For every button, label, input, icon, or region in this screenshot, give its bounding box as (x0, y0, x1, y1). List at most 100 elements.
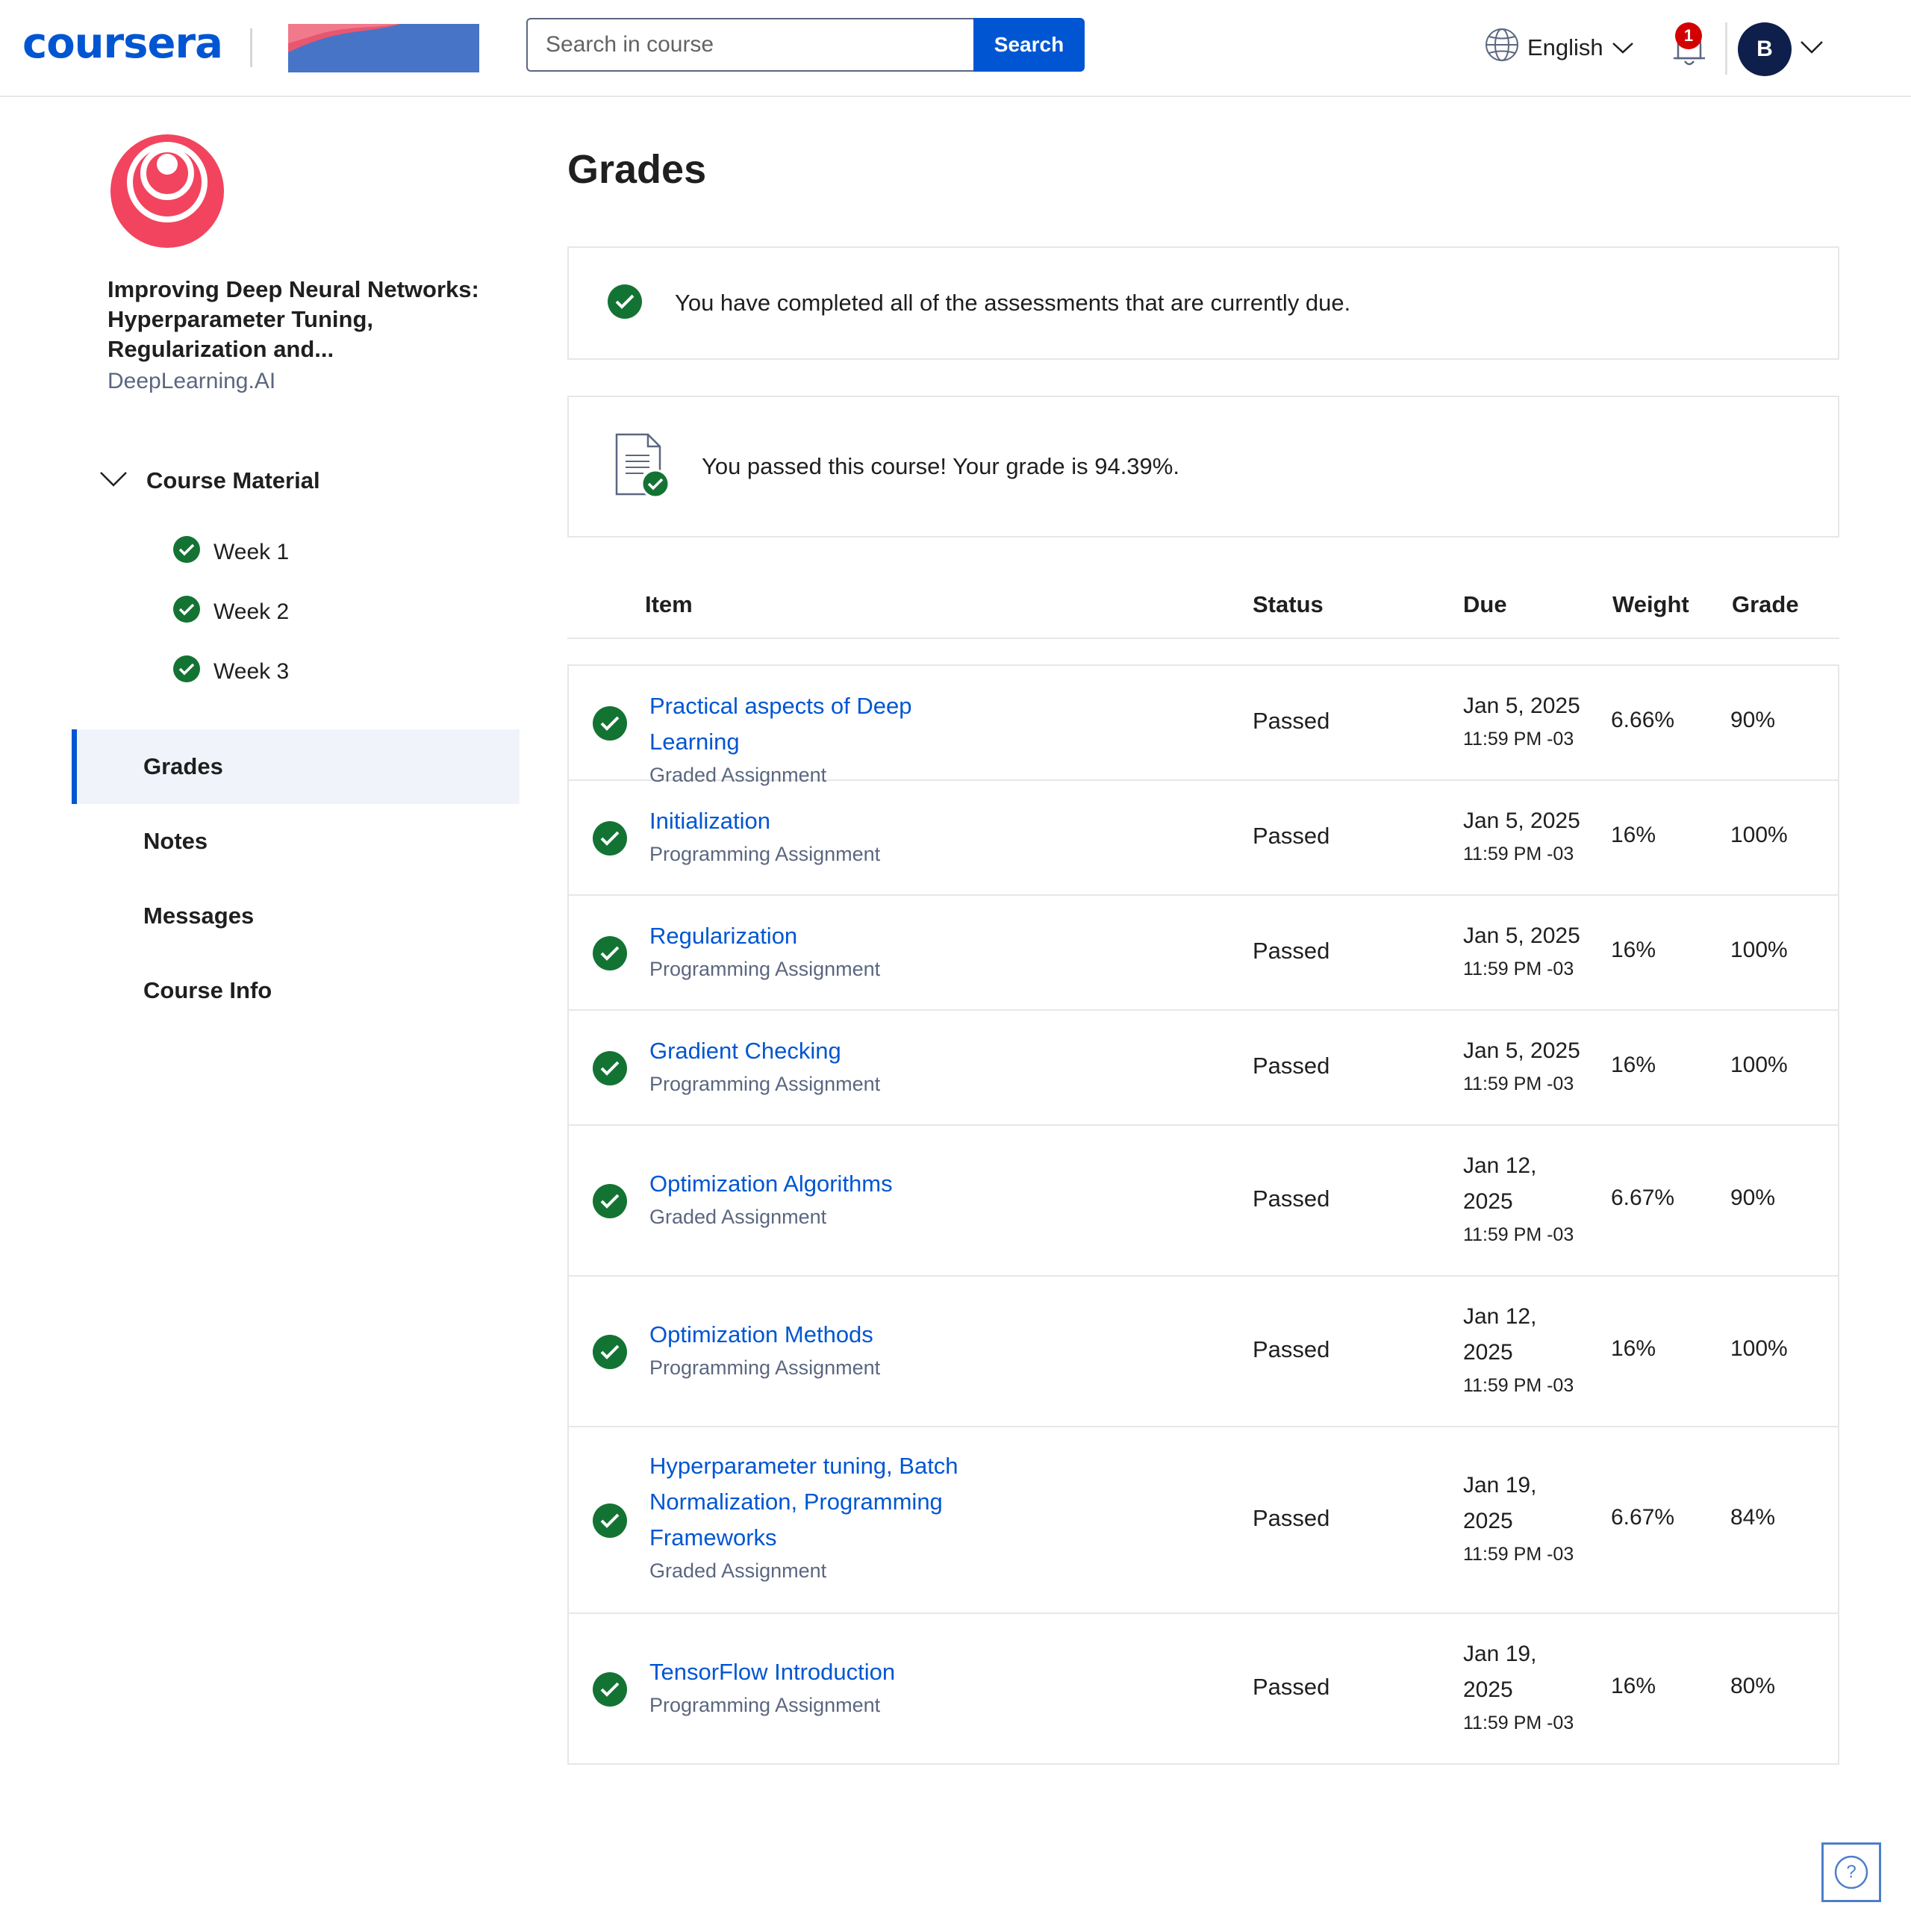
status-text: Passed (1253, 938, 1330, 964)
sidebar-item-course-info[interactable]: Course Info (72, 953, 520, 1028)
weight-value: 16% (1611, 1336, 1656, 1361)
due-time: 11:59 PM -03 (1463, 1713, 1574, 1733)
page-title: Grades (567, 147, 707, 192)
assignment-type: Graded Assignment (649, 1206, 827, 1228)
grade-value: 84% (1730, 1505, 1776, 1530)
check-circle-icon (593, 1184, 627, 1218)
avatar[interactable]: B (1738, 22, 1792, 76)
completion-card: You have completed all of the assessment… (567, 246, 1839, 360)
due-date: Jan 12, 2025 (1463, 1153, 1537, 1214)
grade-value: 100% (1730, 938, 1788, 962)
table-row: Optimization Algorithms Graded Assignmen… (569, 1126, 1838, 1277)
status-text: Passed (1253, 823, 1330, 849)
partner-banner[interactable] (288, 24, 479, 72)
assignment-link[interactable]: Initialization (649, 803, 978, 839)
weight-value: 16% (1611, 938, 1656, 962)
status-text: Passed (1253, 1674, 1330, 1700)
language-selector[interactable]: English (1484, 28, 1635, 67)
column-header-item: Item (645, 591, 693, 617)
status-text: Passed (1253, 1336, 1330, 1362)
due-date: Jan 5, 2025 (1463, 808, 1580, 833)
grades-table-header: Item Status Due Weight Grade (567, 582, 1839, 639)
check-circle-icon (593, 1335, 627, 1369)
assignment-type: Programming Assignment (649, 1073, 881, 1095)
course-title: Improving Deep Neural Networks: Hyperpar… (107, 276, 479, 362)
course-material-label: Course Material (146, 467, 320, 493)
completion-message: You have completed all of the assessment… (675, 290, 1351, 316)
assignment-link[interactable]: Optimization Methods (649, 1317, 978, 1353)
weight-value: 16% (1611, 1674, 1656, 1698)
due-time: 11:59 PM -03 (1463, 729, 1574, 750)
help-glyph: ? (1846, 1862, 1857, 1882)
check-circle-icon (593, 1503, 627, 1538)
assignment-link[interactable]: Optimization Algorithms (649, 1166, 978, 1202)
due-time: 11:59 PM -03 (1463, 959, 1574, 979)
due-date: Jan 5, 2025 (1463, 1038, 1580, 1063)
weight-value: 16% (1611, 823, 1656, 847)
sidebar-item-week-2[interactable]: Week 2 (173, 596, 290, 627)
table-row: TensorFlow Introduction Programming Assi… (569, 1614, 1838, 1765)
header-divider (1725, 22, 1727, 75)
course-passed-message: You passed this course! Your grade is 94… (702, 453, 1179, 479)
globe-icon (1484, 27, 1520, 69)
due-date: Jan 5, 2025 (1463, 923, 1580, 948)
top-header: coursera Search English (0, 0, 1911, 97)
table-row: Gradient Checking Programming Assignment… (569, 1011, 1838, 1126)
help-button[interactable]: ? (1821, 1842, 1881, 1902)
chevron-down-icon[interactable] (1799, 39, 1824, 59)
check-circle-icon (593, 936, 627, 970)
assignment-link[interactable]: Regularization (649, 918, 978, 954)
week-label: Week 2 (213, 599, 290, 624)
due-time: 11:59 PM -03 (1463, 1224, 1574, 1245)
search-input[interactable] (526, 18, 974, 72)
table-row: Practical aspects of Deep Learning Grade… (569, 666, 1838, 786)
course-passed-card: You passed this course! Your grade is 94… (567, 396, 1839, 537)
grades-table: Practical aspects of Deep Learning Grade… (567, 664, 1839, 1765)
due-date: Jan 5, 2025 (1463, 694, 1580, 718)
chevron-down-icon (99, 467, 128, 494)
table-row: Optimization Methods Programming Assignm… (569, 1277, 1838, 1427)
check-circle-icon (608, 284, 642, 322)
column-header-due: Due (1463, 591, 1507, 617)
due-time: 11:59 PM -03 (1463, 1375, 1574, 1396)
due-date: Jan 19, 2025 (1463, 1473, 1537, 1533)
assignment-type: Graded Assignment (649, 1559, 827, 1582)
assignment-type: Programming Assignment (649, 1356, 881, 1379)
search-button[interactable]: Search (973, 18, 1085, 72)
assignment-link[interactable]: Practical aspects of Deep Learning (649, 688, 978, 760)
sidebar-item-grades[interactable]: Grades (72, 729, 520, 804)
due-date: Jan 12, 2025 (1463, 1304, 1537, 1365)
weight-value: 6.67% (1611, 1185, 1675, 1210)
check-circle-icon (593, 821, 627, 856)
assignment-link[interactable]: TensorFlow Introduction (649, 1654, 978, 1690)
header-divider (250, 28, 252, 67)
check-circle-icon (593, 706, 627, 741)
status-text: Passed (1253, 708, 1330, 734)
grade-value: 100% (1730, 1053, 1788, 1077)
coursera-logo[interactable]: coursera (22, 19, 223, 68)
weight-value: 6.66% (1611, 708, 1675, 732)
sidebar-item-messages[interactable]: Messages (72, 879, 520, 953)
assignment-link[interactable]: Gradient Checking (649, 1033, 978, 1069)
due-time: 11:59 PM -03 (1463, 1073, 1574, 1094)
course-material-toggle[interactable]: Course Material (99, 464, 320, 497)
due-time: 11:59 PM -03 (1463, 844, 1574, 864)
grade-value: 100% (1730, 823, 1788, 847)
chevron-down-icon (1611, 34, 1635, 61)
weight-value: 6.67% (1611, 1505, 1675, 1530)
sidebar-item-week-3[interactable]: Week 3 (173, 655, 290, 688)
grade-value: 80% (1730, 1674, 1776, 1698)
week-label: Week 1 (213, 540, 290, 564)
assignment-link[interactable]: Hyperparameter tuning, Batch Normalizati… (649, 1448, 963, 1556)
assignment-type: Programming Assignment (649, 843, 881, 865)
check-circle-icon (173, 655, 200, 688)
due-time: 11:59 PM -03 (1463, 1544, 1574, 1565)
check-circle-icon (593, 1672, 627, 1707)
table-row: Hyperparameter tuning, Batch Normalizati… (569, 1427, 1838, 1614)
assignment-type: Programming Assignment (649, 958, 881, 980)
sidebar-item-week-1[interactable]: Week 1 (173, 536, 290, 567)
course-partner: DeepLearning.AI (107, 369, 276, 393)
notification-badge: 1 (1675, 22, 1702, 49)
week-label: Week 3 (213, 659, 290, 684)
sidebar-item-notes[interactable]: Notes (72, 804, 520, 879)
